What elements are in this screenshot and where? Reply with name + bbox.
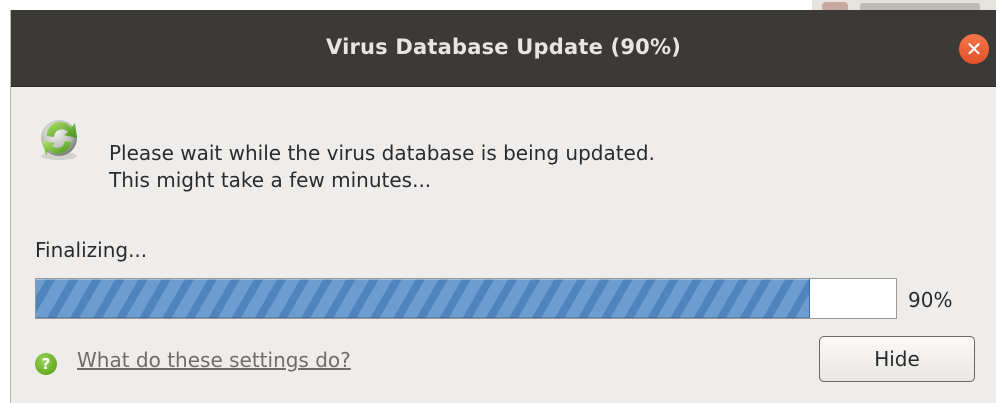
- progress-bar: [35, 278, 897, 319]
- help-icon[interactable]: ?: [35, 353, 57, 375]
- hide-button[interactable]: Hide: [819, 336, 975, 382]
- update-refresh-icon: [41, 120, 77, 160]
- window-title: Virus Database Update (90%): [325, 35, 681, 59]
- title-bar[interactable]: Virus Database Update (90%) ✕: [11, 10, 996, 87]
- update-dialog: Virus Database Update (90%) ✕ Please wai…: [10, 10, 996, 403]
- help-link[interactable]: What do these settings do?: [77, 348, 351, 372]
- progress-fill: [36, 279, 810, 318]
- message-line-2: This might take a few minutes...: [109, 168, 432, 192]
- update-message: Please wait while the virus database is …: [109, 140, 655, 194]
- progress-percent: 90%: [908, 288, 953, 312]
- close-icon: ✕: [965, 36, 983, 61]
- message-line-1: Please wait while the virus database is …: [109, 141, 655, 165]
- background-window-edge: [812, 0, 996, 10]
- progress-status: Finalizing...: [35, 238, 148, 262]
- background-text: [860, 3, 980, 10]
- close-button[interactable]: ✕: [959, 34, 989, 64]
- background-icon: [822, 2, 848, 10]
